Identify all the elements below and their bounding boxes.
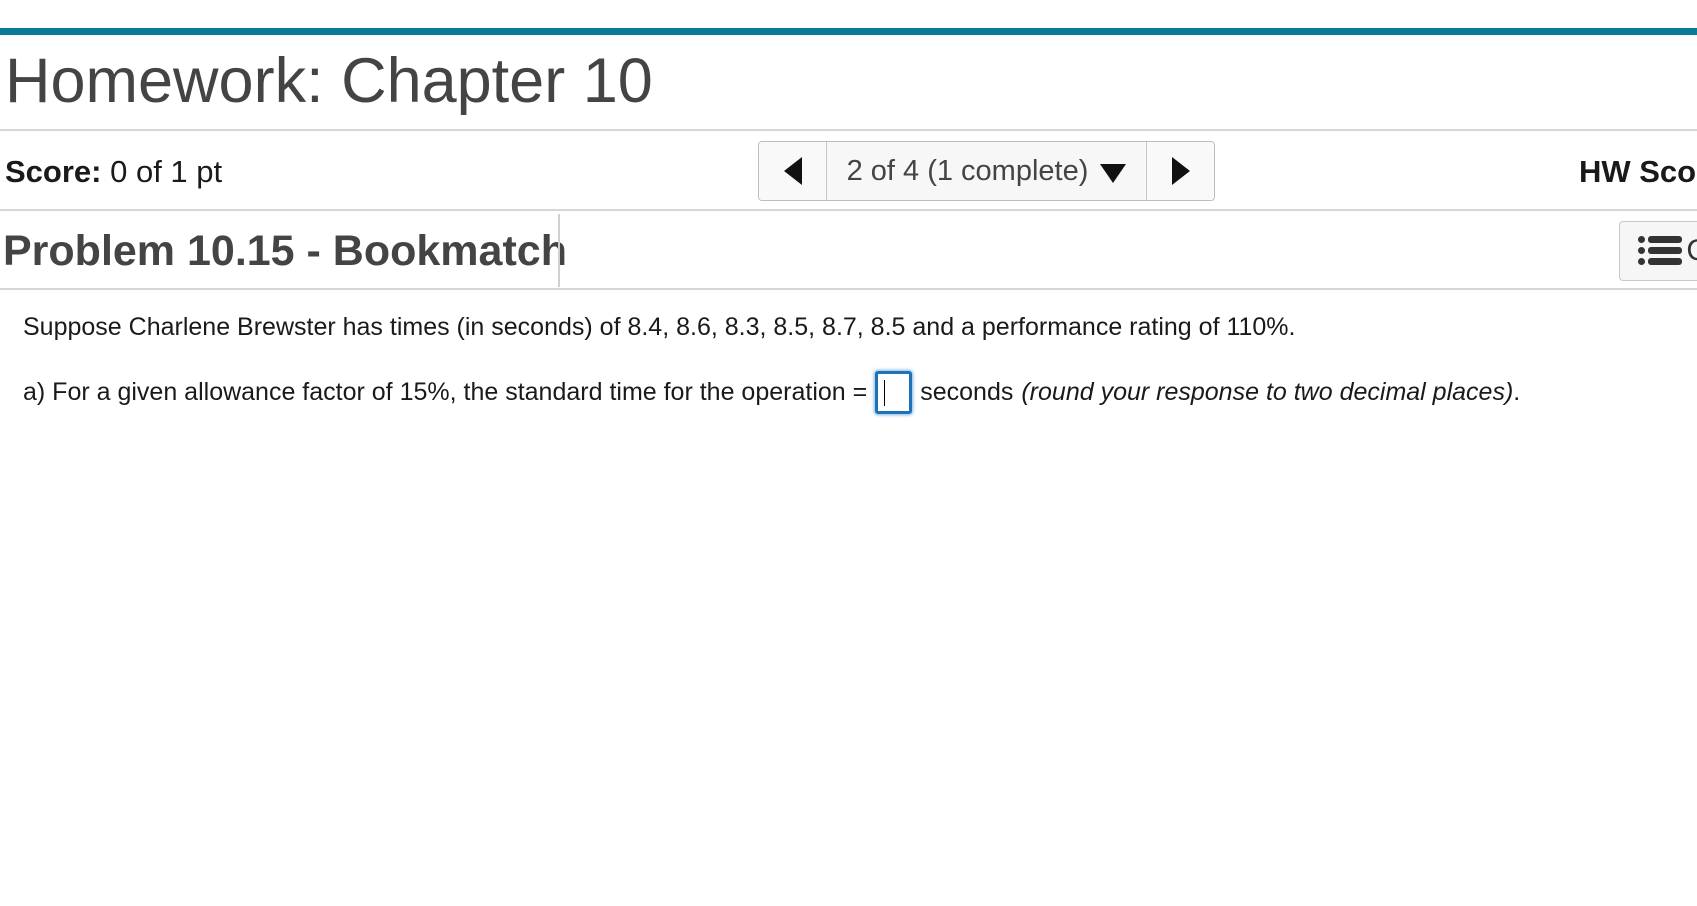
problem-statement: Suppose Charlene Brewster has times (in … <box>23 313 1296 341</box>
answer-unit: seconds <box>920 378 1014 406</box>
question-list-label: C <box>1686 234 1697 268</box>
problem-title: Problem 10.15 - Bookmatch <box>3 227 567 275</box>
score-label: Score: <box>5 154 102 189</box>
question-part-a: a) For a given allowance factor of 15%, … <box>23 370 1520 414</box>
question-select-dropdown[interactable]: 2 of 4 (1 complete) <box>827 142 1146 200</box>
answer-input[interactable] <box>878 373 910 411</box>
hw-score-label: HW Sco <box>1579 154 1697 189</box>
triangle-right-icon <box>1171 157 1190 185</box>
triangle-left-icon <box>783 157 802 185</box>
question-prefix: a) For a given allowance factor of 15%, … <box>23 378 868 406</box>
title-divider <box>558 214 560 287</box>
homework-page: Homework: Chapter 10 Score: 0 of 1 pt 2 … <box>0 0 1697 906</box>
page-title: Homework: Chapter 10 <box>5 46 653 116</box>
question-status: 2 of 4 (1 complete) <box>846 154 1089 187</box>
top-accent-bar <box>0 28 1697 35</box>
question-list-button[interactable]: C <box>1619 221 1697 281</box>
answer-input-box[interactable] <box>875 370 913 414</box>
score-display: Score: 0 of 1 pt <box>5 154 222 190</box>
previous-question-button[interactable] <box>759 142 827 200</box>
divider <box>0 209 1697 211</box>
next-question-button[interactable] <box>1146 142 1214 200</box>
rounding-hint: (round your response to two decimal plac… <box>1021 378 1514 406</box>
question-pager: 2 of 4 (1 complete) <box>758 141 1215 201</box>
divider <box>0 288 1697 290</box>
divider <box>0 129 1697 131</box>
score-value: 0 of 1 pt <box>110 154 223 189</box>
list-icon <box>1638 235 1682 267</box>
triangle-down-icon <box>1100 163 1127 183</box>
sentence-end: . <box>1513 378 1521 406</box>
